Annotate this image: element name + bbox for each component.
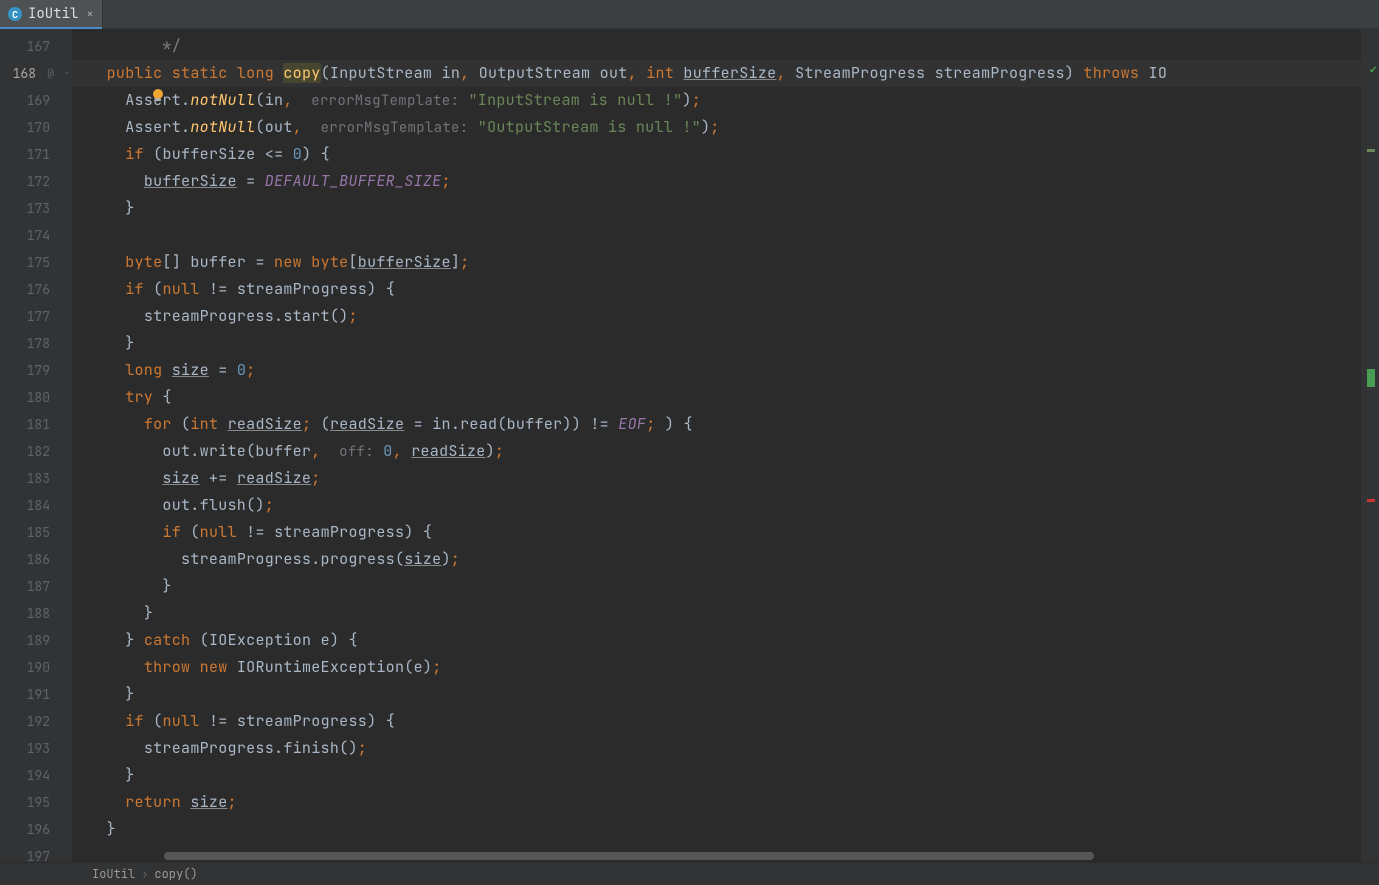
code-line: } (72, 762, 1361, 789)
code-line: size += readSize; (72, 465, 1361, 492)
code-line: } (72, 681, 1361, 708)
code-line: if (null != streamProgress) { (72, 276, 1361, 303)
editor-tabs: C IoUtil × (0, 0, 1379, 29)
code-editor[interactable]: */ public static long copy(InputStream i… (72, 29, 1361, 862)
code-line: bufferSize = DEFAULT_BUFFER_SIZE; (72, 168, 1361, 195)
code-line: out.flush(); (72, 492, 1361, 519)
code-line: if (bufferSize <= 0) { (72, 141, 1361, 168)
code-line: } (72, 600, 1361, 627)
code-line: if (null != streamProgress) { (72, 519, 1361, 546)
code-line-current: public static long copy(InputStream in, … (72, 60, 1361, 87)
error-stripe[interactable]: ✔ (1361, 29, 1379, 862)
editor-area: 167168@−16917017117217317417517617717817… (0, 29, 1379, 862)
code-line: return size; (72, 789, 1361, 816)
breadcrumb-method[interactable]: copy() (154, 866, 197, 882)
code-line: try { (72, 384, 1361, 411)
close-icon[interactable]: × (86, 6, 93, 22)
tab-label: IoUtil (28, 5, 78, 23)
code-line: } (72, 330, 1361, 357)
code-line: if (null != streamProgress) { (72, 708, 1361, 735)
analysis-ok-icon: ✔ (1370, 61, 1377, 77)
class-icon: C (8, 7, 22, 21)
code-line: streamProgress.finish(); (72, 735, 1361, 762)
intention-bulb-icon[interactable] (150, 87, 166, 103)
chevron-right-icon: › (141, 866, 148, 882)
code-line (72, 222, 1361, 249)
code-line: Assert.notNull(in, errorMsgTemplate: "In… (72, 87, 1361, 114)
code-line: byte[] buffer = new byte[bufferSize]; (72, 249, 1361, 276)
breadcrumb-class[interactable]: IoUtil (92, 866, 135, 882)
code-line: streamProgress.progress(size); (72, 546, 1361, 573)
code-line: } (72, 195, 1361, 222)
code-line: long size = 0; (72, 357, 1361, 384)
code-line: throw new IORuntimeException(e); (72, 654, 1361, 681)
code-line: } (72, 816, 1361, 843)
tab-ioutil[interactable]: C IoUtil × (0, 0, 103, 28)
horizontal-scrollbar[interactable] (164, 850, 1337, 862)
code-line: */ (72, 33, 1361, 60)
scrollbar-thumb[interactable] (164, 852, 1094, 860)
ide-root: C IoUtil × 167168@−169170171172173174175… (0, 0, 1379, 885)
code-line: } (72, 573, 1361, 600)
code-line: for (int readSize; (readSize = in.read(b… (72, 411, 1361, 438)
code-line: } catch (IOException e) { (72, 627, 1361, 654)
line-gutter[interactable]: 167168@−16917017117217317417517617717817… (0, 29, 72, 862)
breadcrumb[interactable]: IoUtil › copy() (0, 862, 1379, 885)
code-line: streamProgress.start(); (72, 303, 1361, 330)
code-line: out.write(buffer, off: 0, readSize); (72, 438, 1361, 465)
code-line: Assert.notNull(out, errorMsgTemplate: "O… (72, 114, 1361, 141)
